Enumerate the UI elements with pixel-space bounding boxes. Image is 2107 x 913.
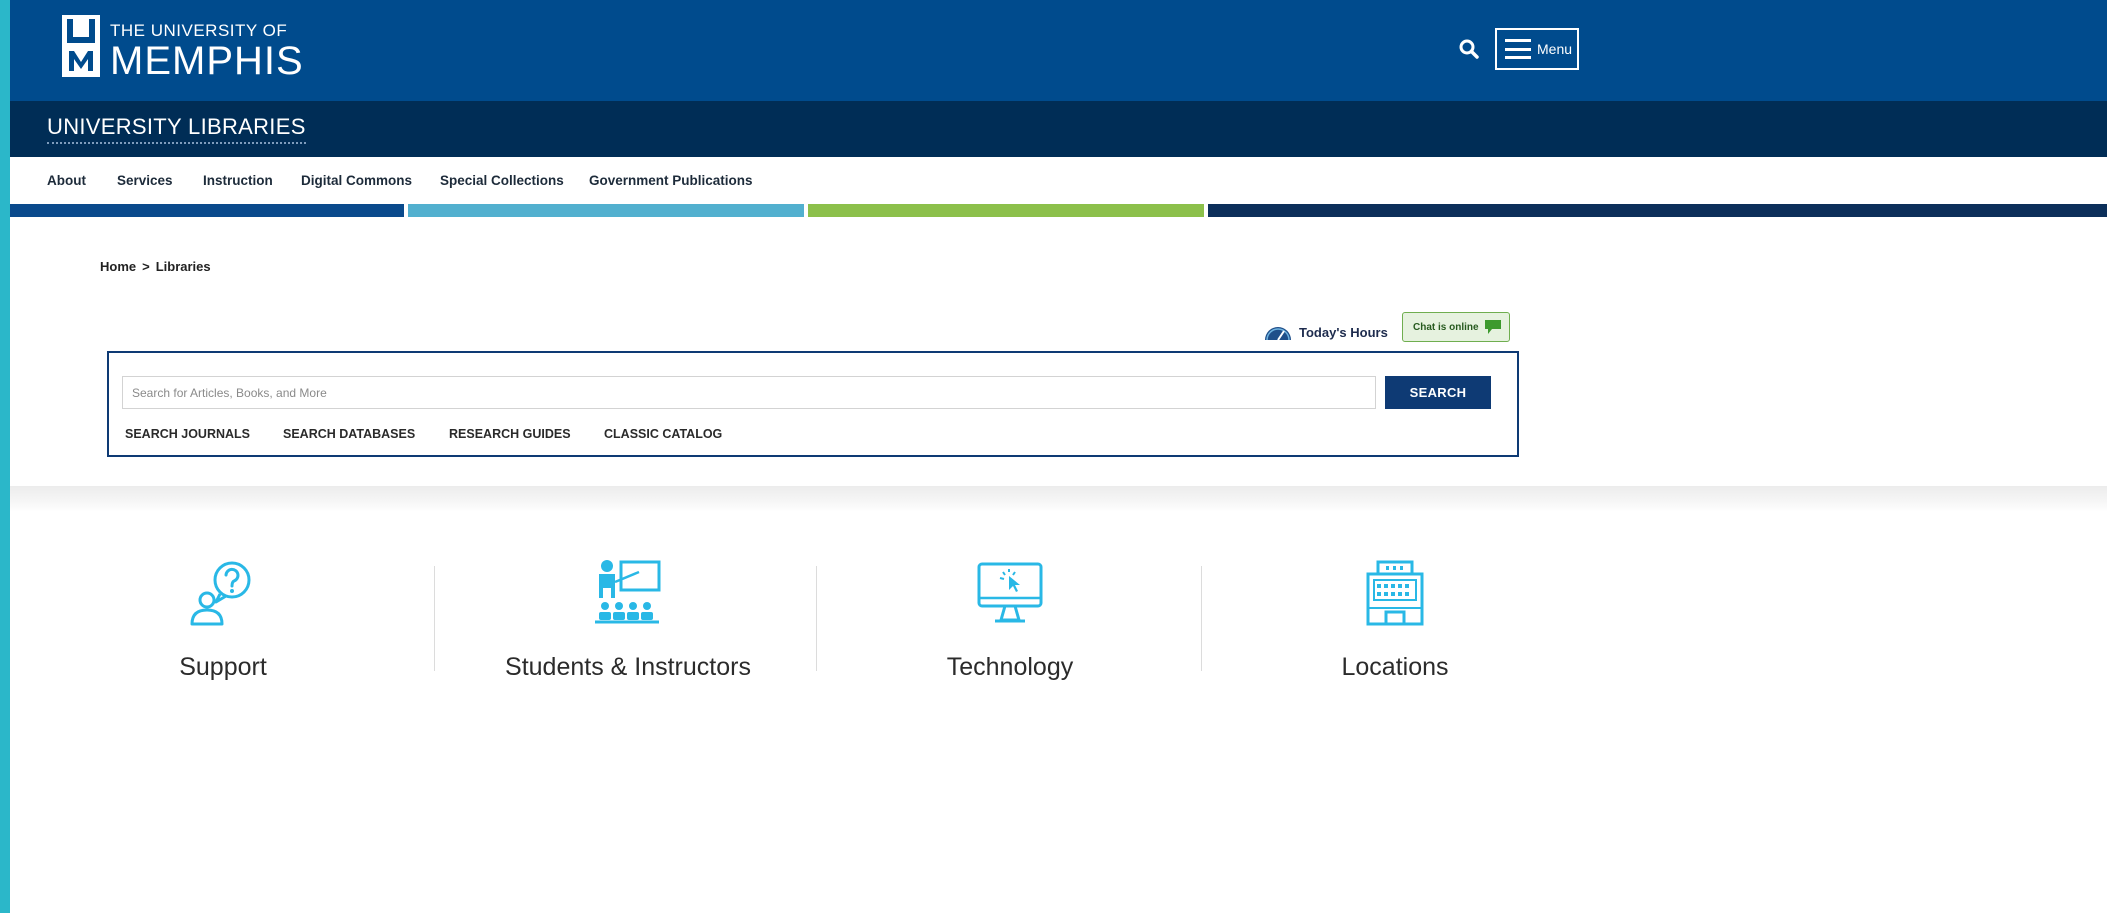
search-input[interactable] [122,376,1376,409]
logo-text: THE UNIVERSITY OF MEMPHIS [110,12,304,81]
search-icon[interactable] [1454,34,1484,64]
nav-special-collections[interactable]: Special Collections [440,173,564,188]
nav-about[interactable]: About [47,173,86,188]
search-button[interactable]: SEARCH [1385,376,1491,409]
nav-digital-commons[interactable]: Digital Commons [301,173,412,188]
card-students-instructors[interactable]: Students & Instructors [435,550,821,913]
main-nav: About Services Instruction Digital Commo… [10,157,2107,203]
logo-line2: MEMPHIS [110,38,304,83]
card-label-support: Support [179,653,267,681]
breadcrumb-home[interactable]: Home [100,259,136,274]
logo-line1: THE UNIVERSITY OF [110,20,288,40]
search-databases-link[interactable]: SEARCH DATABASES [283,427,415,441]
building-icon [1366,560,1424,626]
search-journals-link[interactable]: SEARCH JOURNALS [125,427,250,441]
chat-bubble-icon [1484,320,1501,334]
library-title-link[interactable]: UNIVERSITY LIBRARIES [47,114,306,144]
nav-government-publications[interactable]: Government Publications [589,173,753,188]
search-panel: SEARCH SEARCH JOURNALS SEARCH DATABASES … [107,351,1519,457]
card-support[interactable]: Support [30,550,416,913]
color-band-4 [1208,204,2107,217]
library-header: UNIVERSITY LIBRARIES [10,101,2107,157]
chat-label: Chat is online [1413,321,1479,333]
breadcrumb: Home > Libraries [100,259,211,274]
computer-icon [977,562,1043,623]
instructor-icon [595,560,661,624]
card-locations[interactable]: Locations [1202,550,1588,913]
nav-services[interactable]: Services [117,173,173,188]
color-band-3 [808,204,1204,217]
color-band-2 [408,204,804,217]
todays-hours-link[interactable]: Today's Hours [1263,321,1388,343]
research-guides-link[interactable]: RESEARCH GUIDES [449,427,571,441]
university-logo[interactable]: THE UNIVERSITY OF MEMPHIS [62,15,304,81]
menu-button[interactable]: Menu [1495,28,1579,70]
classic-catalog-link[interactable]: CLASSIC CATALOG [604,427,722,441]
chat-button[interactable]: Chat is online [1402,312,1510,342]
nav-instruction[interactable]: Instruction [203,173,273,188]
breadcrumb-current: Libraries [155,259,211,274]
top-header: THE UNIVERSITY OF MEMPHIS Menu [10,0,2107,101]
menu-label: Menu [1537,41,1573,57]
color-band-1 [10,204,404,217]
section-divider [10,486,2107,512]
hours-label: Today's Hours [1299,324,1388,340]
clock-gauge-icon [1265,327,1291,341]
hamburger-icon [1505,39,1531,59]
logo-mark [62,15,100,77]
page: THE UNIVERSITY OF MEMPHIS Menu UNIVERSIT… [10,0,2107,913]
card-label-locations: Locations [1341,653,1449,681]
card-technology[interactable]: Technology [817,550,1203,913]
support-icon [190,561,251,626]
card-label-technology: Technology [946,653,1074,681]
breadcrumb-separator: > [142,259,150,274]
card-label-students-instructors: Students & Instructors [505,653,751,681]
